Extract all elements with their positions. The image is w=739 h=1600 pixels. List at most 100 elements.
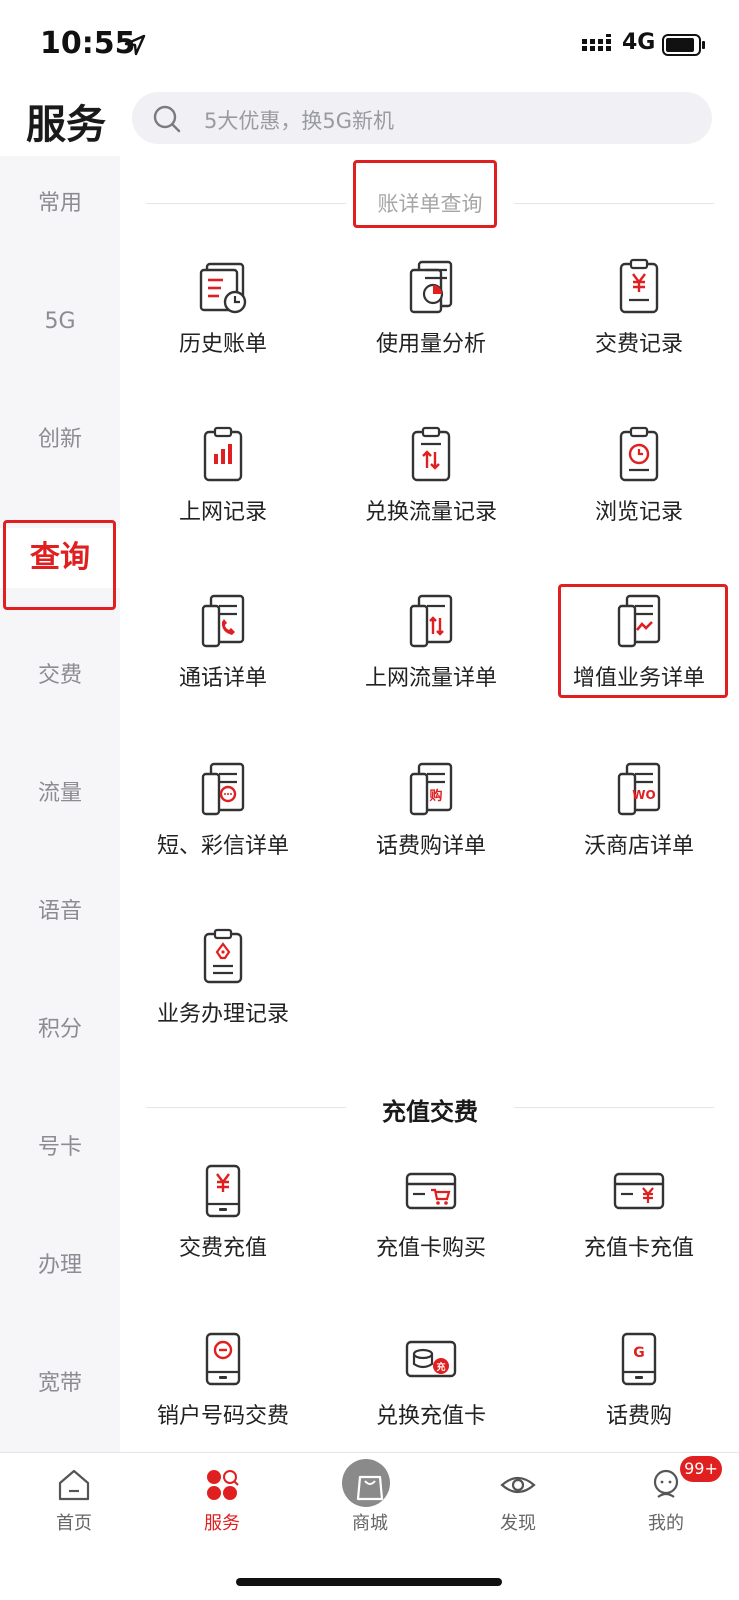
service-item-internet-record[interactable]: 上网记录 bbox=[118, 426, 328, 566]
category-sidebar: 常用 5G 创新 查询 交费 流量 语音 积分 号卡 办理 宽带 bbox=[0, 156, 120, 1452]
service-item-usage-analysis[interactable]: 使用量分析 bbox=[326, 258, 536, 398]
user-icon bbox=[653, 1469, 679, 1498]
network-type: 4G bbox=[622, 30, 656, 55]
annotation-box-query bbox=[3, 520, 116, 610]
service-item-label: 交费充值 bbox=[178, 1236, 267, 1261]
service-item-wo-store-detail[interactable]: WO 沃商店详单 bbox=[534, 760, 739, 900]
shopping-bag-icon bbox=[356, 1475, 384, 1501]
bill-clock-icon bbox=[199, 262, 247, 314]
service-item-card-recharge[interactable]: 充值卡充值 bbox=[534, 1162, 739, 1302]
service-item-exchange-data-record[interactable]: 兑换流量记录 bbox=[326, 426, 536, 566]
service-item-call-detail[interactable]: 通话详单 bbox=[118, 592, 328, 732]
svg-text:充: 充 bbox=[436, 1361, 445, 1373]
service-item-exchange-card[interactable]: 充 兑换充值卡 bbox=[326, 1330, 536, 1470]
service-item-closed-number-pay[interactable]: 销户号码交费 bbox=[118, 1330, 328, 1470]
home-indicator bbox=[236, 1578, 502, 1586]
sidebar-item-5g[interactable]: 5G bbox=[0, 292, 120, 352]
doc-gou-icon: 购 bbox=[409, 762, 453, 816]
sidebar-item-voice[interactable]: 语音 bbox=[0, 882, 120, 942]
service-item-huafeigou[interactable]: G 话费购 bbox=[534, 1330, 739, 1470]
service-item-sms-detail[interactable]: 短、彩信详单 bbox=[118, 760, 328, 900]
tab-label: 发现 bbox=[500, 1513, 536, 1534]
service-item-label: 销户号码交费 bbox=[156, 1404, 289, 1429]
tab-service[interactable]: 服务 bbox=[148, 1467, 296, 1557]
tab-home[interactable]: 首页 bbox=[0, 1467, 148, 1557]
card-cart-icon bbox=[405, 1172, 457, 1210]
status-bar: 10:55 4G bbox=[0, 0, 739, 90]
service-item-label: 短、彩信详单 bbox=[156, 834, 289, 859]
phone-g-icon: G bbox=[621, 1332, 657, 1386]
tab-label: 服务 bbox=[204, 1513, 240, 1534]
tab-label: 商城 bbox=[352, 1513, 388, 1534]
service-item-label: 业务办理记录 bbox=[156, 1002, 289, 1027]
service-item-label: 交费记录 bbox=[594, 332, 683, 357]
doc-message-icon bbox=[201, 762, 245, 816]
eye-icon bbox=[500, 1476, 536, 1494]
service-item-label: 兑换流量记录 bbox=[364, 500, 497, 525]
service-item-label: 使用量分析 bbox=[375, 332, 486, 357]
service-item-history-bill[interactable]: 历史账单 bbox=[118, 258, 328, 398]
phone-yuan-icon bbox=[205, 1164, 241, 1218]
service-item-browse-record[interactable]: 浏览记录 bbox=[534, 426, 739, 566]
annotation-box-vas bbox=[558, 584, 728, 698]
sidebar-item-innovation[interactable]: 创新 bbox=[0, 410, 120, 470]
clipboard-bar-chart-icon bbox=[203, 426, 243, 482]
sidebar-item-payment[interactable]: 交费 bbox=[0, 646, 120, 706]
svg-text:WO: WO bbox=[632, 788, 655, 802]
home-icon bbox=[58, 1469, 90, 1501]
service-item-label: 浏览记录 bbox=[594, 500, 683, 525]
service-item-label: 充值卡购买 bbox=[375, 1236, 486, 1261]
svg-text:购: 购 bbox=[429, 788, 442, 804]
clipboard-pen-icon bbox=[203, 928, 243, 984]
search-placeholder: 5大优惠，换5G新机 bbox=[204, 109, 394, 133]
notification-badge: 99+ bbox=[680, 1456, 722, 1482]
service-item-handling-record[interactable]: 业务办理记录 bbox=[118, 928, 328, 1068]
svg-text:G: G bbox=[633, 1345, 645, 1361]
service-item-buy-card[interactable]: 充值卡购买 bbox=[326, 1162, 536, 1302]
sidebar-item-points[interactable]: 积分 bbox=[0, 1000, 120, 1060]
section-title: 充值交费 bbox=[382, 1098, 478, 1126]
location-arrow-icon bbox=[124, 34, 146, 56]
annotation-box-section bbox=[353, 160, 497, 228]
card-yuan-icon bbox=[613, 1172, 665, 1210]
service-item-label: 通话详单 bbox=[178, 666, 267, 691]
service-item-pay-recharge[interactable]: 交费充值 bbox=[118, 1162, 328, 1302]
sidebar-item-broadband[interactable]: 宽带 bbox=[0, 1354, 120, 1414]
service-item-label: 充值卡充值 bbox=[583, 1236, 694, 1261]
signal-icon bbox=[582, 34, 611, 51]
sidebar-item-common[interactable]: 常用 bbox=[0, 174, 120, 234]
status-time: 10:55 bbox=[40, 26, 136, 61]
doc-swap-icon bbox=[409, 594, 453, 648]
sidebar-item-handle[interactable]: 办理 bbox=[0, 1236, 120, 1296]
phone-minus-icon bbox=[205, 1332, 241, 1386]
card-coins-icon: 充 bbox=[405, 1340, 457, 1378]
service-item-label: 上网流量详单 bbox=[364, 666, 497, 691]
tab-label: 我的 bbox=[648, 1513, 684, 1534]
service-item-huafeigou-detail[interactable]: 购 话费购详单 bbox=[326, 760, 536, 900]
service-item-label: 话费购详单 bbox=[375, 834, 486, 859]
service-item-label: 历史账单 bbox=[178, 332, 267, 357]
service-item-payment-record[interactable]: 交费记录 bbox=[534, 258, 739, 398]
doc-wo-icon: WO bbox=[617, 762, 661, 816]
page-title: 服务 bbox=[26, 102, 106, 148]
search-icon bbox=[153, 105, 181, 133]
usage-pie-icon bbox=[409, 260, 453, 314]
service-item-label: 上网记录 bbox=[178, 500, 267, 525]
section-header-recharge: 充值交费 bbox=[146, 1092, 714, 1126]
battery-icon bbox=[662, 34, 705, 56]
tab-label: 首页 bbox=[56, 1513, 92, 1534]
tab-mall[interactable]: 商城 bbox=[296, 1459, 444, 1557]
service-item-label: 话费购 bbox=[605, 1404, 672, 1429]
sidebar-item-sim-card[interactable]: 号卡 bbox=[0, 1118, 120, 1178]
clipboard-swap-icon bbox=[411, 426, 451, 482]
clipboard-clock-icon bbox=[619, 426, 659, 482]
search-bar[interactable]: 5大优惠，换5G新机 bbox=[132, 92, 712, 144]
service-item-data-detail[interactable]: 上网流量详单 bbox=[326, 592, 536, 732]
service-item-label: 兑换充值卡 bbox=[375, 1404, 486, 1429]
sidebar-item-data[interactable]: 流量 bbox=[0, 764, 120, 824]
tab-mine[interactable]: 我的 bbox=[592, 1467, 739, 1557]
service-icon bbox=[207, 1470, 239, 1500]
tab-discover[interactable]: 发现 bbox=[444, 1467, 592, 1557]
doc-phone-icon bbox=[201, 594, 245, 648]
clipboard-yuan-icon bbox=[619, 258, 659, 314]
